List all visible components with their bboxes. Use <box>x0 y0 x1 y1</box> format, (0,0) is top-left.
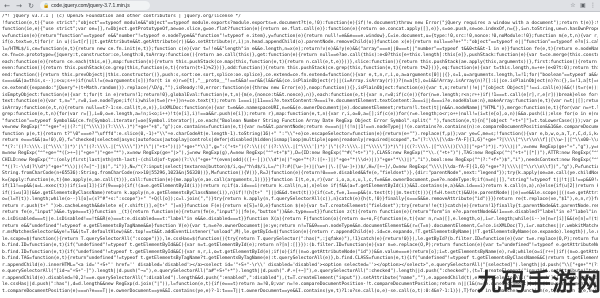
source-line: r.msMatchesSelector&&ye!=T&&(t=T.default… <box>2 230 598 236</box>
source-line: ce.fn=ce.prototype={jquery:t,constructor… <box>2 53 598 59</box>
source-line: if(o.text=e,t)for(r in u)(i=t[r]||t.getA… <box>2 40 598 46</box>
watermark: 九码手游网 <box>474 262 600 296</box>
source-line: return e===t&&(a=!0),0},f="checked|selec… <box>2 138 598 144</box>
address-bar[interactable]: 🔒 code.jquery.com/jquery-3.7.1.min.js <box>40 1 150 10</box>
source-line: ce.extend({expando:"jQuery"+(t+Math.rand… <box>2 86 598 92</box>
star-icon[interactable]: ☆ <box>569 2 577 10</box>
source-line: grep:function(e,t,n){for(var r=[],i=0,o=… <box>2 112 598 118</box>
watermark-text: 九码手游网 <box>477 267 600 296</box>
source-line: return fe(e,"input")&&e.type===t}}functi… <box>2 210 597 216</box>
menu-icon[interactable]: ⋮ <box>589 2 597 10</box>
reload-icon[interactable]: ↻ <box>26 1 36 11</box>
browser-toolbar: ← → ↻ 🔒 code.jquery.com/jquery-3.7.1.min… <box>0 0 600 12</box>
forward-icon[interactable]: → <box>14 1 24 11</box>
source-line: ve=new RegExp("^"+ge+"+|((?:^|[^\\\\])(?… <box>2 125 598 131</box>
extensions-icon[interactable]: ▣ <box>579 2 587 10</box>
toolbar-actions: ☆ ▣ ⋮ <box>569 2 597 10</box>
source-code-view: /*! jQuery v3.7.1 | (c) OpenJS Foundatio… <box>2 14 598 296</box>
lock-icon: 🔒 <box>43 2 50 9</box>
source-line: if(11!==p&&(u=L.exec(t)))if(i=u[1]){if(9… <box>2 184 598 190</box>
source-line: text:function(e){var t,n="",r=0,i=e.node… <box>2 99 598 105</box>
source-line: e.isDisabled===t||e.isDisabled!==!t&&R(e… <box>2 216 598 222</box>
back-icon[interactable]: ← <box>2 1 12 11</box>
url-text: code.jquery.com/jquery-3.7.1.min.js <box>51 2 130 9</box>
source-line: CHILD:new RegExp("^:(only|first|last|nth… <box>2 158 598 164</box>
source-line: b.find.ID=function(e,t){if("undefined"!=… <box>2 243 598 249</box>
source-line: o=(l=Y(t)).length;while(o--)l[o]=(s?"#"+… <box>2 197 598 203</box>
source-line: String.fromCharCode(n+65536):String.from… <box>2 171 598 177</box>
source-line: function(ie,e){"use strict";var oe=[],r=… <box>2 27 598 33</box>
source-line: even:function(){return this.pushStack(ce… <box>2 66 598 72</box>
